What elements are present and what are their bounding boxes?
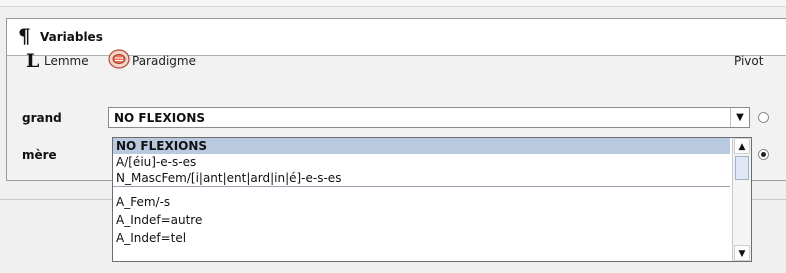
dropdown-option[interactable]: A_Fem/-s (113, 194, 730, 210)
paragraph-icon: ¶ (18, 24, 31, 48)
pivot-radio-grand[interactable] (758, 112, 769, 123)
dropdown-option[interactable]: A/[éiu]-e-s-es (113, 154, 730, 170)
scroll-up-icon[interactable]: ▲ (734, 138, 750, 154)
pivot-label: Pivot (734, 54, 764, 68)
dropdown-option[interactable]: A_Indef=autre (113, 212, 730, 228)
lemme-icon: L (26, 50, 40, 72)
dropdown-option[interactable]: A_Indef=tel (113, 230, 730, 246)
row-label-grand: grand (22, 111, 62, 125)
row-label-mere: mère (22, 148, 57, 162)
pivot-radio-mere[interactable] (758, 149, 769, 160)
window-top-strip (0, 0, 786, 7)
dropdown-option[interactable]: N_MascFem/[i|ant|ent|ard|in|é]-e-s-es (113, 170, 730, 187)
lemme-label: Lemme (44, 54, 89, 68)
dropdown-option[interactable]: NO FLEXIONS (113, 138, 730, 154)
dropdown-scrollbar[interactable]: ▲ ▼ (732, 138, 751, 261)
paradigme-combobox[interactable]: NO FLEXIONS ▼ (108, 107, 750, 128)
paradigme-label: Paradigme (132, 54, 196, 68)
chevron-down-icon[interactable]: ▼ (730, 108, 749, 127)
paradigme-dropdown-list[interactable]: NO FLEXIONS A/[éiu]-e-s-es N_MascFem/[i|… (112, 137, 752, 262)
scroll-thumb[interactable] (735, 156, 749, 180)
combobox-value: NO FLEXIONS (114, 111, 206, 125)
paradigme-icon (108, 48, 130, 70)
scroll-down-icon[interactable]: ▼ (734, 245, 750, 261)
panel-title: Variables (40, 30, 103, 44)
